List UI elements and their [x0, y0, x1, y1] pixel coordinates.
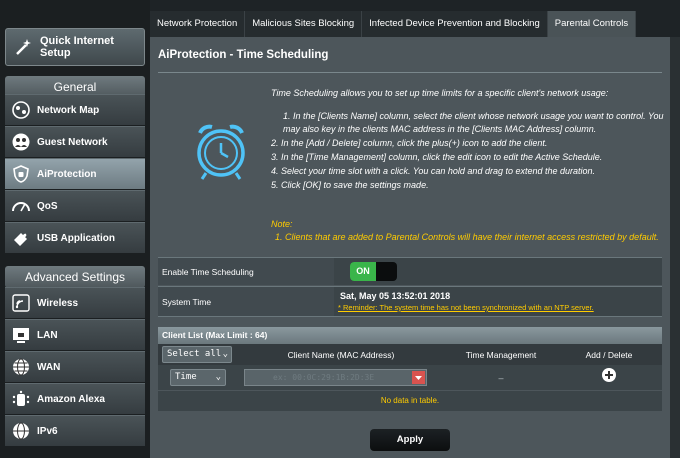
- note-label: Note:: [271, 219, 293, 229]
- sidebar-item-label: QoS: [37, 200, 58, 212]
- sidebar: Quick Internet Setup General Network Map…: [0, 0, 150, 458]
- column-add-delete: Add / Delete: [585, 349, 633, 360]
- sidebar-item-network-map[interactable]: Network Map: [5, 94, 145, 125]
- instruction-step: 5. Click [OK] to save the settings made.: [271, 180, 429, 190]
- sidebar-item-wireless[interactable]: Wireless: [5, 287, 145, 318]
- instruction-steps: 1. In the [Clients Name] column, select …: [271, 110, 666, 193]
- title-divider: [158, 72, 662, 73]
- enable-time-scheduling-label: Enable Time Scheduling: [158, 258, 334, 285]
- time-scheduling-toggle[interactable]: ON: [350, 262, 397, 281]
- select-all-dropdown[interactable]: Select all ⌄: [162, 346, 232, 363]
- sidebar-item-amazon-alexa[interactable]: Amazon Alexa: [5, 383, 145, 414]
- client-input-row: Time ⌄ ex: 00:0C:29:1B:2D:3E –: [158, 365, 662, 390]
- chevron-down-icon: ⌄: [222, 349, 228, 359]
- alexa-icon: [11, 389, 31, 409]
- sidebar-item-label: Guest Network: [37, 136, 108, 148]
- select-all-label: Select all: [167, 349, 222, 359]
- system-time-row: System Time Sat, May 05 13:52:01 2018 * …: [158, 286, 662, 317]
- client-dropdown-button[interactable]: [412, 371, 425, 384]
- sidebar-item-label: Network Map: [37, 104, 100, 116]
- gauge-icon: [11, 196, 31, 216]
- quick-internet-setup-button[interactable]: Quick Internet Setup: [5, 28, 145, 66]
- instruction-step: 4. Select your time slot with a click. Y…: [271, 166, 596, 176]
- enable-time-scheduling-value: ON: [334, 258, 662, 285]
- client-name-placeholder: ex: 00:0C:29:1B:2D:3E: [273, 373, 375, 382]
- add-client-plus-icon[interactable]: [601, 367, 617, 388]
- client-list-columns: Select all ⌄ Client Name (MAC Address) T…: [158, 344, 662, 365]
- globe-icon: [11, 357, 31, 377]
- main-panel: AiProtection - Time Scheduling Time Sche…: [150, 37, 670, 458]
- shield-icon: [11, 164, 31, 184]
- scrollbar[interactable]: [670, 37, 680, 458]
- row-time-label: Time: [175, 372, 197, 382]
- sidebar-item-label: Amazon Alexa: [37, 393, 105, 405]
- system-time-label: System Time: [158, 287, 334, 316]
- ntp-reminder-link[interactable]: * Reminder: The system time has not been…: [338, 303, 594, 312]
- system-time-value: Sat, May 05 13:52:01 2018: [340, 291, 451, 301]
- sidebar-item-qos[interactable]: QoS: [5, 190, 145, 221]
- column-client-name: Client Name (MAC Address): [287, 349, 395, 360]
- sidebar-item-guest-network[interactable]: Guest Network: [5, 126, 145, 157]
- system-time-value-cell: Sat, May 05 13:52:01 2018 * Reminder: Th…: [334, 287, 662, 316]
- note-block: Note: 1. Clients that are added to Paren…: [271, 218, 666, 244]
- tab-infected-device-prevention[interactable]: Infected Device Prevention and Blocking: [362, 11, 548, 37]
- intro-text: Time Scheduling allows you to set up tim…: [271, 88, 609, 98]
- client-name-cell: ex: 00:0C:29:1B:2D:3E: [236, 369, 446, 386]
- lan-icon: [11, 325, 31, 345]
- tab-bar: Network Protection Malicious Sites Block…: [150, 11, 637, 37]
- sidebar-item-usb-application[interactable]: USB Application: [5, 222, 145, 253]
- client-name-input[interactable]: ex: 00:0C:29:1B:2D:3E: [244, 369, 427, 386]
- row-select-cell: Time ⌄: [158, 369, 236, 386]
- apply-button[interactable]: Apply: [370, 429, 450, 451]
- alarm-clock-icon: [190, 119, 252, 186]
- no-data-message: No data in table.: [158, 391, 662, 411]
- sidebar-item-label: USB Application: [37, 232, 115, 244]
- ipv6-icon: [11, 421, 31, 441]
- sidebar-item-label: AiProtection: [37, 168, 97, 180]
- column-time-management: Time Management: [465, 349, 537, 360]
- tab-parental-controls[interactable]: Parental Controls: [547, 11, 637, 37]
- puzzle-icon: [11, 228, 31, 248]
- instruction-step: 2. In the [Add / Delete] column, click t…: [271, 138, 548, 148]
- select-all-cell: Select all ⌄: [158, 346, 236, 363]
- time-management-placeholder: –: [498, 372, 504, 383]
- sidebar-item-label: WAN: [37, 361, 61, 373]
- page-title: AiProtection - Time Scheduling: [158, 49, 329, 61]
- toggle-on-label: ON: [350, 262, 376, 281]
- sidebar-item-label: LAN: [37, 329, 58, 341]
- chevron-down-icon: ⌄: [215, 372, 221, 382]
- sidebar-item-lan[interactable]: LAN: [5, 319, 145, 350]
- tab-malicious-sites-blocking[interactable]: Malicious Sites Blocking: [245, 11, 363, 37]
- note-text: 1. Clients that are added to Parental Co…: [275, 232, 659, 242]
- sidebar-item-wan[interactable]: WAN: [5, 351, 145, 382]
- guest-network-icon: [11, 132, 31, 152]
- enable-time-scheduling-row: Enable Time Scheduling ON: [158, 257, 662, 285]
- sidebar-item-label: Wireless: [37, 297, 79, 309]
- network-map-icon: [11, 100, 31, 120]
- row-time-dropdown[interactable]: Time ⌄: [170, 369, 226, 386]
- sidebar-item-ipv6[interactable]: IPv6: [5, 415, 145, 446]
- add-cell: [556, 367, 662, 388]
- tab-network-protection[interactable]: Network Protection: [150, 11, 246, 37]
- wand-icon: [14, 37, 34, 57]
- instruction-step: 3. In the [Time Management] column, clic…: [271, 152, 603, 162]
- sidebar-item-label: IPv6: [37, 425, 58, 437]
- client-list-header: Client List (Max Limit : 64): [158, 327, 662, 344]
- quick-internet-setup-label: Quick Internet Setup: [40, 35, 114, 59]
- sidebar-item-aiprotection[interactable]: AiProtection: [5, 158, 145, 189]
- wifi-icon: [11, 293, 31, 313]
- advanced-section-header: Advanced Settings: [5, 266, 145, 288]
- instruction-step: 1. In the [Clients Name] column, select …: [283, 111, 664, 134]
